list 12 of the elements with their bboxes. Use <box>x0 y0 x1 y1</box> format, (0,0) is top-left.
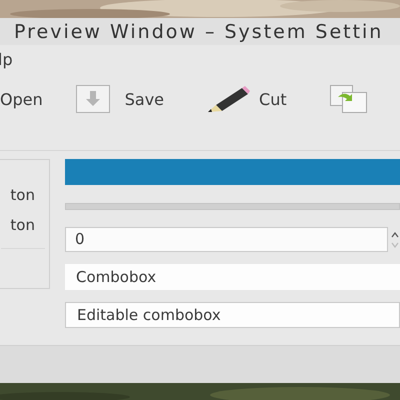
option-label: ton <box>10 216 35 234</box>
copy-icon[interactable] <box>330 85 367 113</box>
combobox[interactable]: Combobox <box>65 264 400 290</box>
open-button[interactable]: Open <box>0 90 43 108</box>
pencil-icon[interactable] <box>206 85 250 113</box>
save-button[interactable]: Save <box>124 90 164 108</box>
spinbox-field[interactable]: 0 <box>65 227 388 252</box>
slider-track[interactable] <box>65 203 400 210</box>
cut-button[interactable]: Cut <box>259 90 287 108</box>
editable-combobox[interactable]: Editable combobox <box>65 302 400 328</box>
option-label: ton <box>10 186 35 204</box>
window-title: Preview Window – System Settin <box>14 20 384 42</box>
